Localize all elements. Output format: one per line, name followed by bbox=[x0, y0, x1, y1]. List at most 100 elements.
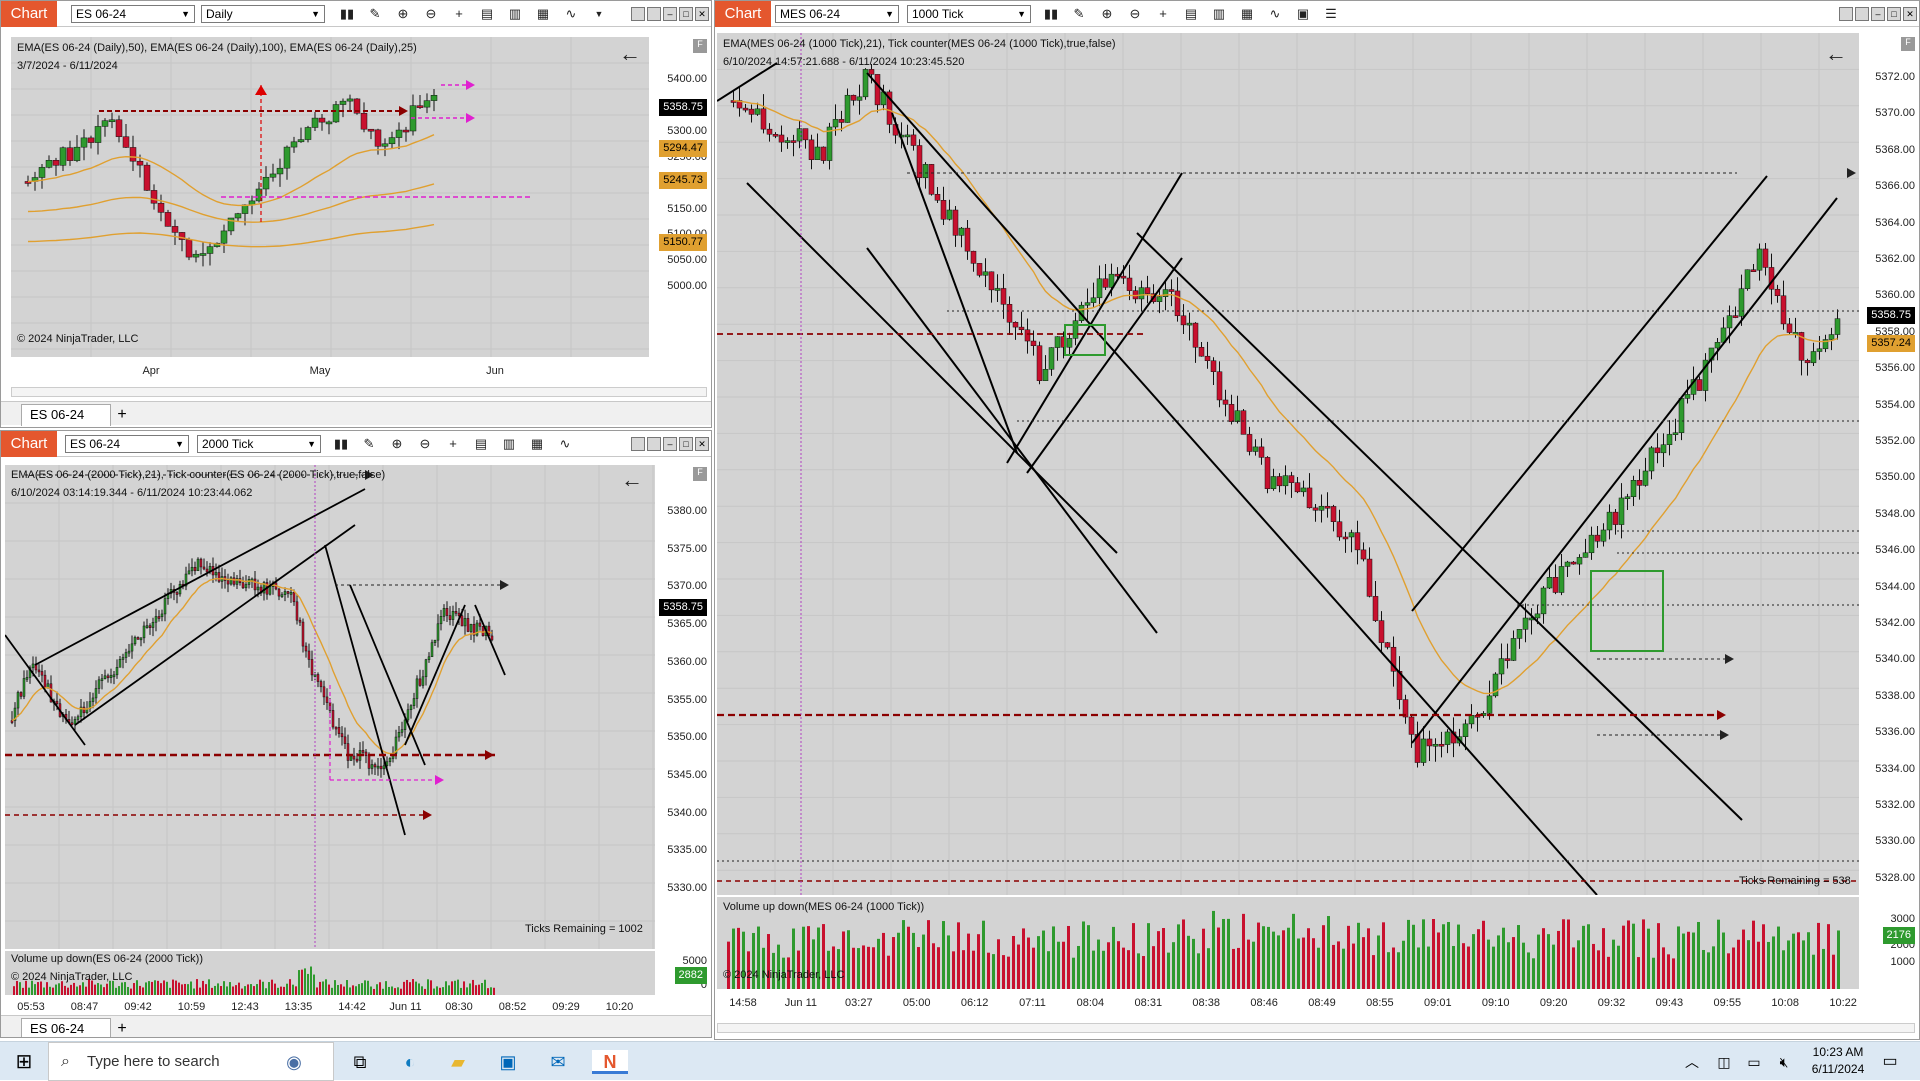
data-box-icon[interactable]: ▤ bbox=[1183, 6, 1199, 22]
maximize-button[interactable]: □ bbox=[679, 437, 693, 451]
strategies-icon[interactable]: ∿ bbox=[557, 436, 573, 452]
panel-menu-icon[interactable]: F bbox=[693, 39, 707, 53]
zoom-in-icon[interactable]: ⊕ bbox=[1099, 6, 1115, 22]
crosshair-icon[interactable]: + bbox=[445, 436, 461, 452]
zoom-in-icon[interactable]: ⊕ bbox=[389, 436, 405, 452]
tab-es-06-24[interactable]: ES 06-24 bbox=[21, 1018, 111, 1037]
tile-icon[interactable] bbox=[631, 437, 645, 451]
bar-type-icon[interactable]: ▮▮ bbox=[333, 436, 349, 452]
mail-icon[interactable]: ✉ bbox=[546, 1050, 570, 1074]
y-tick: 5362.00 bbox=[1875, 253, 1915, 265]
candle-body bbox=[1216, 371, 1223, 401]
back-arrow-icon[interactable]: ← bbox=[619, 41, 641, 67]
drawing-tool-icon[interactable]: ✎ bbox=[361, 436, 377, 452]
chart-trader-icon[interactable]: ▣ bbox=[1295, 6, 1311, 22]
price-panel[interactable]: EMA(ES 06-24 (2000 Tick),21), Tick count… bbox=[5, 465, 655, 949]
instrument-select[interactable]: ES 06-24 ▼ bbox=[65, 435, 189, 453]
tile-icon[interactable] bbox=[647, 7, 661, 21]
strategies-icon[interactable]: ∿ bbox=[1267, 6, 1283, 22]
minimize-button[interactable]: – bbox=[663, 7, 677, 21]
zoom-out-icon[interactable]: ⊖ bbox=[1127, 6, 1143, 22]
meet-now-icon[interactable]: ◫ bbox=[1712, 1050, 1736, 1074]
clock-date[interactable]: 6/11/2024 bbox=[1808, 1062, 1868, 1076]
price-panel[interactable]: EMA(ES 06-24 (Daily),50), EMA(ES 06-24 (… bbox=[11, 37, 649, 357]
ninjatrader-icon[interactable]: N bbox=[592, 1050, 628, 1074]
back-arrow-icon[interactable]: ← bbox=[1825, 41, 1847, 67]
volume-panel[interactable]: Volume up down(MES 06-24 (1000 Tick)) © … bbox=[717, 897, 1859, 989]
tile-icon[interactable] bbox=[647, 437, 661, 451]
drawing-tool-icon[interactable]: ✎ bbox=[1071, 6, 1087, 22]
instrument-select[interactable]: MES 06-24 ▼ bbox=[775, 5, 899, 23]
panel-menu-icon[interactable]: F bbox=[693, 467, 707, 481]
tab-es-06-24[interactable]: ES 06-24 bbox=[21, 404, 111, 426]
crosshair-icon[interactable]: + bbox=[451, 6, 467, 22]
drawing-tool-icon[interactable]: ✎ bbox=[367, 6, 383, 22]
minimize-button[interactable]: – bbox=[1871, 7, 1885, 21]
candle-body bbox=[130, 643, 134, 652]
price-axis[interactable]: 5372.00 5370.00 5368.00 5366.00 5364.00 5362.… bbox=[1859, 33, 1919, 989]
copyright-text: © 2024 NinjaTrader, LLC bbox=[11, 971, 133, 983]
network-icon[interactable]: ▭ bbox=[1742, 1050, 1766, 1074]
strategies-icon[interactable]: ∿ bbox=[563, 6, 579, 22]
instrument-select[interactable]: ES 06-24 ▼ bbox=[71, 5, 195, 23]
price-panel[interactable]: EMA(MES 06-24 (1000 Tick),21), Tick coun… bbox=[717, 33, 1859, 895]
zoom-in-icon[interactable]: ⊕ bbox=[395, 6, 411, 22]
bar-type-icon[interactable]: ▮▮ bbox=[339, 6, 355, 22]
period-select[interactable]: 1000 Tick ▼ bbox=[907, 5, 1031, 23]
y-tick: 5335.00 bbox=[667, 844, 707, 857]
zoom-out-icon[interactable]: ⊖ bbox=[423, 6, 439, 22]
task-view-icon[interactable]: ⧉ bbox=[348, 1050, 372, 1074]
bar-type-icon[interactable]: ▮▮ bbox=[1043, 6, 1059, 22]
period-select[interactable]: Daily ▼ bbox=[201, 5, 325, 23]
volume-bar bbox=[1382, 922, 1385, 989]
crosshair-icon[interactable]: + bbox=[1155, 6, 1171, 22]
price-axis[interactable]: 5380.00 5375.00 5370.00 5365.00 5360.00 5355.… bbox=[655, 465, 711, 995]
volume-mute-icon[interactable]: 🔇︎ bbox=[1772, 1050, 1796, 1074]
volume-bar bbox=[1657, 923, 1660, 989]
close-button[interactable]: ✕ bbox=[1903, 7, 1917, 21]
close-button[interactable]: ✕ bbox=[695, 7, 709, 21]
edge-browser-icon[interactable]: ◐ bbox=[398, 1050, 422, 1074]
horizontal-scrollbar[interactable] bbox=[11, 387, 707, 397]
notifications-icon[interactable]: ▭ bbox=[1878, 1050, 1902, 1074]
list-icon[interactable]: ☰ bbox=[1323, 6, 1339, 22]
clock-time[interactable]: 10:23 AM bbox=[1808, 1045, 1868, 1059]
price-axis[interactable]: 5400.005350.005300.005250.005200.005150.… bbox=[649, 37, 711, 357]
tile-icon[interactable] bbox=[631, 7, 645, 21]
tile-icon[interactable] bbox=[1839, 7, 1853, 21]
time-axis[interactable]: Apr May Jun bbox=[11, 357, 649, 383]
back-arrow-icon[interactable]: ← bbox=[621, 467, 643, 493]
properties-icon[interactable]: ▥ bbox=[1211, 6, 1227, 22]
data-box-icon[interactable]: ▤ bbox=[479, 6, 495, 22]
indicators-icon[interactable]: ▦ bbox=[535, 6, 551, 22]
time-axis[interactable]: 14:58 Jun 11 03:27 05:00 06:12 07:11 08:04 08:3… bbox=[717, 991, 1859, 1019]
more-dropdown-icon[interactable]: ▼ bbox=[591, 6, 607, 22]
maximize-button[interactable]: □ bbox=[1887, 7, 1901, 21]
close-button[interactable]: ✕ bbox=[695, 437, 709, 451]
maximize-button[interactable]: □ bbox=[679, 7, 693, 21]
volume-bar bbox=[1132, 923, 1135, 989]
data-box-icon[interactable]: ▤ bbox=[473, 436, 489, 452]
properties-icon[interactable]: ▥ bbox=[501, 436, 517, 452]
properties-icon[interactable]: ▥ bbox=[507, 6, 523, 22]
horizontal-scrollbar[interactable] bbox=[717, 1023, 1915, 1033]
tile-icon[interactable] bbox=[1855, 7, 1869, 21]
volume-panel[interactable]: Volume up down(ES 06-24 (2000 Tick)) © 2… bbox=[5, 951, 655, 995]
chevron-up-icon[interactable]: ︿ bbox=[1680, 1050, 1704, 1074]
add-tab-icon[interactable]: + bbox=[113, 1020, 131, 1037]
indicators-icon[interactable]: ▦ bbox=[1239, 6, 1255, 22]
chart-menu-button[interactable]: Chart bbox=[1, 1, 57, 27]
windows-start-icon[interactable]: ⊞ bbox=[12, 1050, 36, 1074]
panel-menu-icon[interactable]: F bbox=[1901, 37, 1915, 51]
period-select[interactable]: 2000 Tick ▼ bbox=[197, 435, 321, 453]
minimize-button[interactable]: – bbox=[663, 437, 677, 451]
chart-menu-button[interactable]: Chart bbox=[715, 1, 771, 27]
add-tab-icon[interactable]: + bbox=[113, 406, 131, 424]
cortana-icon[interactable]: ◉ bbox=[282, 1050, 306, 1074]
store-icon[interactable]: ▣ bbox=[496, 1050, 520, 1074]
zoom-out-icon[interactable]: ⊖ bbox=[417, 436, 433, 452]
indicators-icon[interactable]: ▦ bbox=[529, 436, 545, 452]
candle-body bbox=[423, 100, 431, 108]
chart-menu-button[interactable]: Chart bbox=[1, 431, 57, 457]
file-explorer-icon[interactable]: ▰ bbox=[446, 1050, 470, 1074]
